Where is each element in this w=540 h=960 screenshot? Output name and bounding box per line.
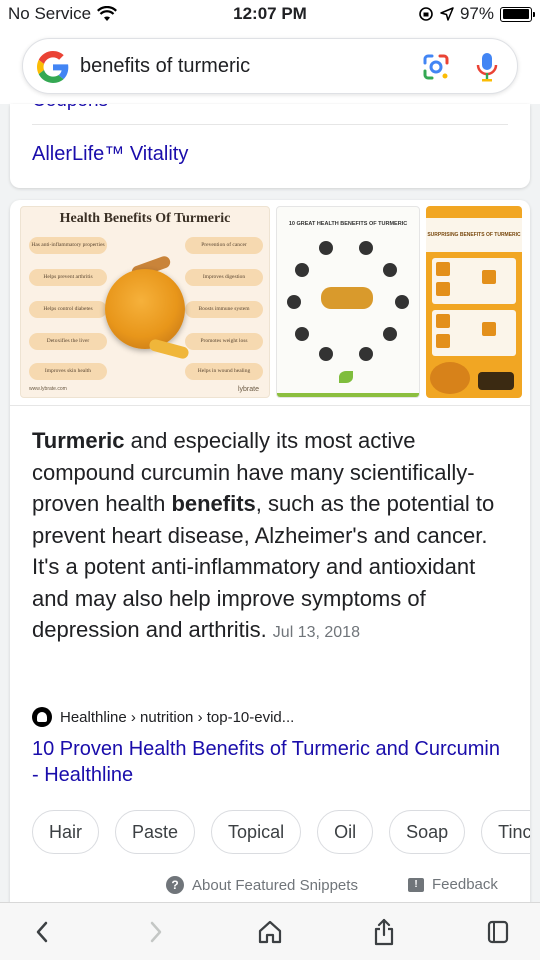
share-button[interactable]	[369, 917, 399, 947]
thumb3-icon	[436, 314, 450, 328]
thumb3-header: SURPRISING BENEFITS OF TURMERIC	[426, 218, 522, 252]
benefit-icon	[295, 263, 309, 277]
thumb1-title: Health Benefits Of Turmeric	[59, 211, 231, 226]
share-icon	[374, 918, 394, 946]
location-arrow-icon	[440, 7, 454, 21]
microphone-icon[interactable]	[475, 51, 499, 83]
battery-icon	[500, 6, 535, 22]
help-icon: ?	[166, 876, 184, 894]
chip-oil[interactable]: Oil	[317, 810, 374, 854]
battery-percent: 97%	[459, 4, 494, 23]
thumb3-icon	[436, 262, 450, 276]
thumb1-right-item: Boosts immune system	[185, 301, 263, 318]
search-input[interactable]: benefits of turmeric	[80, 55, 250, 78]
snippet-footer: ? About Featured Snippets ! Feedback	[10, 876, 530, 900]
benefit-icon	[287, 295, 301, 309]
related-chips: Hair Paste Topical Oil Soap Tinctu	[32, 810, 530, 854]
healthline-favicon-icon	[32, 707, 52, 727]
image-surprising-benefits-infographic[interactable]: SURPRISING BENEFITS OF TURMERIC	[426, 206, 522, 398]
benefit-icon	[295, 327, 309, 341]
about-featured-snippets[interactable]: ? About Featured Snippets	[166, 876, 358, 894]
benefit-icon	[319, 347, 333, 361]
thumb2-title: 10 GREAT HEALTH BENEFITS OF TURMERIC	[288, 221, 408, 227]
turmeric-graphic	[321, 287, 373, 309]
breadcrumb-text: Healthline › nutrition › top-10-evid...	[60, 708, 295, 726]
status-bar: No Service 12:07 PM 97%	[0, 0, 540, 30]
home-button[interactable]	[255, 917, 285, 947]
image-health-benefits-infographic[interactable]: Health Benefits Of Turmeric Has anti-inf…	[20, 206, 270, 398]
home-icon	[258, 920, 282, 944]
thumb3-icon	[482, 322, 496, 336]
thumb1-left-item: Has anti-inflammatory properties	[29, 237, 107, 254]
google-lens-icon[interactable]	[421, 52, 451, 82]
forward-button[interactable]	[141, 917, 171, 947]
thumb1-right-item: Helps in wound healing	[185, 363, 263, 380]
feedback-label: Feedback	[432, 876, 498, 893]
thumb1-right-item: Promotes weight loss	[185, 333, 263, 350]
thumb3-icon	[436, 334, 450, 348]
status-right: 97%	[418, 4, 535, 24]
benefit-icon	[395, 295, 409, 309]
chip-topical[interactable]: Topical	[211, 810, 302, 854]
result-title-link[interactable]: 10 Proven Health Benefits of Turmeric an…	[32, 736, 502, 788]
benefit-icon	[319, 241, 333, 255]
thumb1-left-item: Helps prevent arthritis	[29, 269, 107, 286]
turmeric-graphic	[430, 362, 470, 394]
logo-badge	[478, 372, 514, 390]
snippet-date: Jul 13, 2018	[272, 624, 360, 641]
benefit-icon	[383, 263, 397, 277]
thumb1-footer: www.lybrate.com	[29, 386, 67, 392]
chip-soap[interactable]: Soap	[389, 810, 466, 854]
allerlife-vitality-link[interactable]: AllerLife™ Vitality	[32, 143, 188, 166]
divider	[32, 124, 508, 125]
image-ten-benefits-infographic[interactable]: 10 GREAT HEALTH BENEFITS OF TURMERIC	[276, 206, 420, 398]
tabs-icon	[487, 920, 509, 944]
thumb1-right-item: Prevention of cancer	[185, 237, 263, 254]
chip-hair[interactable]: Hair	[32, 810, 100, 854]
browser-toolbar	[0, 902, 540, 960]
thumb1-left-item: Detoxifies the liver	[29, 333, 107, 350]
benefit-icon	[359, 347, 373, 361]
turmeric-bowl-graphic	[105, 269, 185, 349]
thumb3-icon	[482, 270, 496, 284]
feedback-button[interactable]: ! Feedback	[408, 876, 498, 893]
chevron-right-icon	[150, 921, 162, 943]
google-logo-icon[interactable]	[37, 51, 69, 83]
previous-result-card: Coupons AllerLife™ Vitality	[10, 104, 530, 188]
thumb3-icon	[436, 282, 450, 296]
source-breadcrumb[interactable]: Healthline › nutrition › top-10-evid...	[32, 707, 294, 727]
green-base	[277, 393, 419, 397]
leaf-graphic	[339, 371, 353, 383]
chip-tincture[interactable]: Tinctu	[481, 810, 530, 854]
thumb3-title: SURPRISING BENEFITS OF TURMERIC	[427, 232, 521, 238]
screen-rotation-lock-icon	[419, 7, 433, 21]
divider	[10, 405, 530, 406]
about-label: About Featured Snippets	[192, 876, 358, 894]
snippet-keyword: Turmeric	[32, 428, 125, 453]
chevron-left-icon	[36, 921, 48, 943]
featured-snippet-card: Health Benefits Of Turmeric Has anti-inf…	[10, 200, 530, 910]
benefit-icon	[359, 241, 373, 255]
search-box[interactable]: benefits of turmeric	[22, 38, 518, 94]
thumb1-right-item: Improves digestion	[185, 269, 263, 286]
thumb1-left-item: Helps control diabetes	[29, 301, 107, 318]
featured-snippet-text: Turmeric and especially its most active …	[32, 425, 518, 649]
image-carousel[interactable]: Health Benefits Of Turmeric Has anti-inf…	[20, 206, 530, 398]
back-button[interactable]	[27, 917, 57, 947]
snippet-keyword: benefits	[171, 491, 256, 516]
turmeric-root-graphic	[148, 338, 190, 360]
search-header: benefits of turmeric	[0, 30, 540, 104]
battery-fill	[502, 9, 529, 19]
benefit-icon	[383, 327, 397, 341]
coupons-link[interactable]: Coupons	[32, 104, 108, 112]
feedback-icon: !	[408, 877, 424, 892]
tabs-button[interactable]	[483, 917, 513, 947]
thumb1-left-item: Improves skin health	[29, 363, 107, 380]
thumb1-brand: lybrate	[237, 386, 259, 393]
chip-paste[interactable]: Paste	[115, 810, 196, 854]
